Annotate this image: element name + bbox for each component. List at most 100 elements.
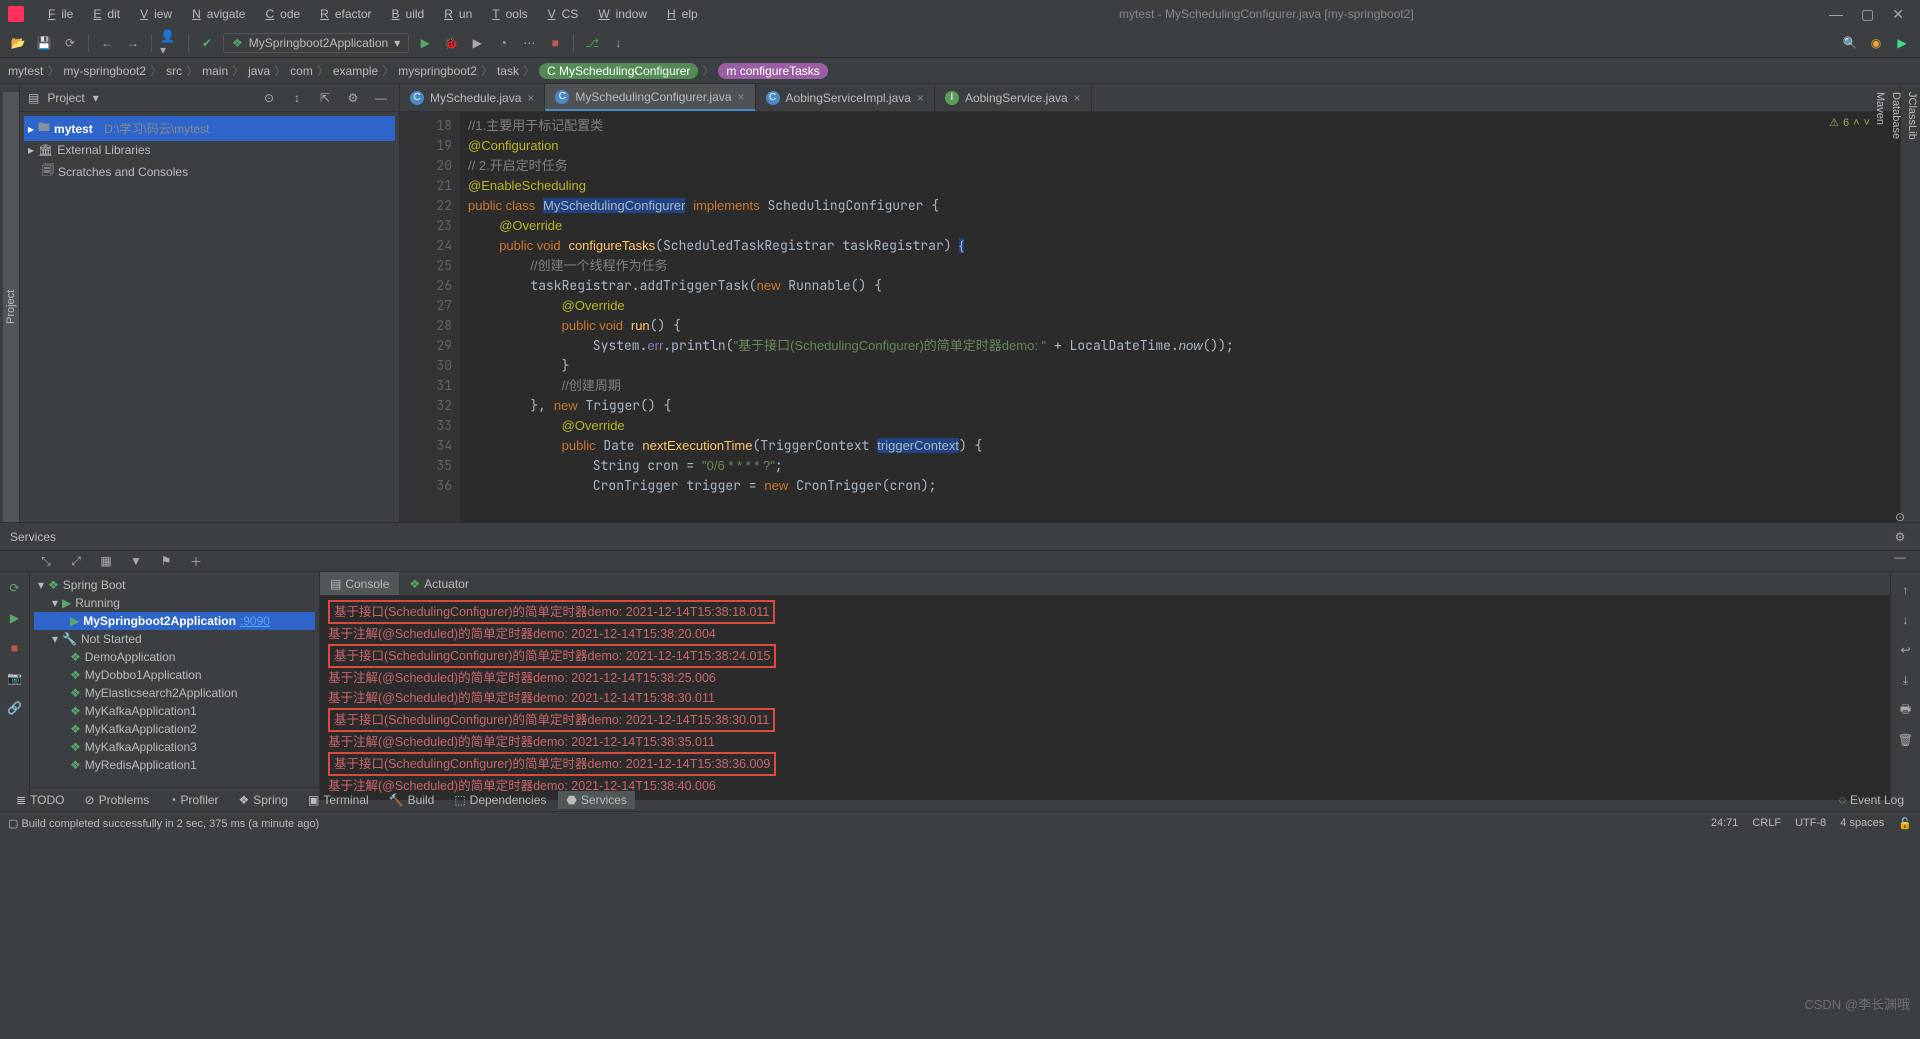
- search-icon[interactable]: 🔍: [1840, 33, 1860, 53]
- bottom-tab-dependencies[interactable]: ⬚Dependencies: [446, 791, 554, 809]
- indent[interactable]: 4 spaces: [1840, 817, 1884, 830]
- open-icon[interactable]: 📂: [8, 33, 28, 53]
- editor-tab[interactable]: CAobingServiceImpl.java×: [756, 84, 935, 111]
- menu-build[interactable]: Build: [380, 5, 431, 23]
- close-icon[interactable]: ×: [527, 91, 534, 105]
- svc-root[interactable]: ▾❖Spring Boot: [34, 576, 315, 594]
- profile-icon[interactable]: ◔: [493, 33, 513, 53]
- vcs-check-icon[interactable]: ✔: [197, 33, 217, 53]
- expand-all-icon[interactable]: ⤡: [36, 551, 56, 571]
- codewithme-icon[interactable]: ▶: [1892, 33, 1912, 53]
- scroll-up-icon[interactable]: ↑: [1896, 580, 1916, 600]
- menu-help[interactable]: Help: [655, 5, 704, 23]
- run-config-selector[interactable]: ❖ MySpringboot2Application ▾: [223, 33, 409, 53]
- svc-app[interactable]: ❖MyRedisApplication1: [34, 756, 315, 774]
- minimize-button[interactable]: —: [1829, 6, 1843, 23]
- update-project-icon[interactable]: ↓: [608, 33, 628, 53]
- camera-icon[interactable]: 📷: [5, 668, 25, 688]
- file-encoding[interactable]: UTF-8: [1795, 817, 1826, 830]
- collapse-icon[interactable]: ⇱: [315, 88, 335, 108]
- console-output[interactable]: 基于接口(SchedulingConfigurer)的简单定时器demo: 20…: [320, 596, 1890, 800]
- editor-tab[interactable]: CMySchedulingConfigurer.java×: [545, 84, 755, 111]
- close-icon[interactable]: ×: [738, 90, 745, 104]
- event-log-tab[interactable]: ◌Event Log: [1831, 791, 1912, 809]
- project-tree[interactable]: ▸ 🖿 mytest D:\学习\码云\mytest ▸ 🏛 External …: [20, 112, 399, 522]
- crumb[interactable]: main: [202, 64, 228, 78]
- svc-app[interactable]: ❖MyKafkaApplication3: [34, 738, 315, 756]
- down-icon[interactable]: ˅: [1864, 117, 1870, 129]
- maximize-button[interactable]: ▢: [1861, 6, 1874, 23]
- close-icon[interactable]: ×: [1074, 91, 1081, 105]
- tree-scratch[interactable]: 🗐 Scratches and Consoles: [24, 159, 395, 184]
- bottom-tab-build[interactable]: 🔨Build: [381, 791, 443, 809]
- gear-icon[interactable]: ⚙: [1890, 527, 1910, 547]
- crumb[interactable]: example: [333, 64, 378, 78]
- link-icon[interactable]: 🔗: [5, 698, 25, 718]
- stop-icon[interactable]: ■: [545, 33, 565, 53]
- filter-icon[interactable]: ▼: [126, 551, 146, 571]
- menu-file[interactable]: File: [36, 5, 79, 23]
- crumb[interactable]: my-springboot2: [63, 64, 146, 78]
- crumb[interactable]: src: [166, 64, 182, 78]
- up-icon[interactable]: ˄: [1853, 117, 1859, 129]
- bottom-tab-profiler[interactable]: ◔Profiler: [161, 791, 226, 809]
- clear-icon[interactable]: 🗑: [1896, 730, 1916, 750]
- crumb[interactable]: C MySchedulingConfigurer: [539, 63, 698, 79]
- svc-app[interactable]: ❖MyKafkaApplication2: [34, 720, 315, 738]
- forward-icon[interactable]: →: [123, 33, 143, 53]
- rerun-icon[interactable]: ⟳: [5, 578, 25, 598]
- svc-app[interactable]: ❖MyElasticsearch2Application: [34, 684, 315, 702]
- group-icon[interactable]: ▦: [96, 551, 116, 571]
- bottom-tab-services[interactable]: ⬣Services: [558, 791, 635, 809]
- running-port[interactable]: :9090: [240, 614, 270, 628]
- ide-warn-icon[interactable]: ◉: [1866, 33, 1886, 53]
- crumb[interactable]: m configureTasks: [718, 63, 827, 79]
- left-tab-structure[interactable]: Structure: [0, 92, 3, 522]
- expand-icon[interactable]: ↕: [287, 88, 307, 108]
- crumb[interactable]: java: [248, 64, 270, 78]
- left-tab-project[interactable]: Project: [3, 92, 19, 522]
- menu-window[interactable]: Window: [586, 5, 653, 23]
- collapse-all-icon[interactable]: ⤢: [66, 551, 86, 571]
- soft-wrap-icon[interactable]: ↩: [1896, 640, 1916, 660]
- actuator-tab[interactable]: ❖Actuator: [399, 572, 478, 595]
- bottom-tab-spring[interactable]: ❖Spring: [231, 791, 296, 809]
- back-icon[interactable]: ←: [97, 33, 117, 53]
- lock-icon[interactable]: 🔓: [1898, 817, 1912, 830]
- bottom-tab-problems[interactable]: ⊘Problems: [77, 791, 158, 809]
- close-icon[interactable]: ×: [917, 91, 924, 105]
- add-icon[interactable]: ＋: [186, 551, 206, 571]
- tree-root[interactable]: ▸ 🖿 mytest D:\学习\码云\mytest: [24, 116, 395, 141]
- debug-icon[interactable]: 🐞: [441, 33, 461, 53]
- svc-running[interactable]: ▾▶Running: [34, 594, 315, 612]
- caret-position[interactable]: 24:71: [1711, 817, 1739, 830]
- sync-icon[interactable]: ⟳: [60, 33, 80, 53]
- inspection-badge[interactable]: ⚠ 6 ˄ ˅: [1829, 116, 1870, 129]
- menu-refactor[interactable]: Refactor: [308, 5, 377, 23]
- menu-code[interactable]: Code: [253, 5, 306, 23]
- chevron-down-icon[interactable]: ▾: [93, 91, 99, 105]
- bottom-tab-terminal[interactable]: ▣Terminal: [300, 791, 377, 809]
- line-separator[interactable]: CRLF: [1752, 817, 1781, 830]
- svc-app[interactable]: ❖MyKafkaApplication1: [34, 702, 315, 720]
- status-collapse-icon[interactable]: ▢: [8, 818, 18, 830]
- print-icon[interactable]: 🖶: [1896, 700, 1916, 720]
- git-branch-icon[interactable]: ⎇: [582, 33, 602, 53]
- bottom-tab-todo[interactable]: ≣TODO: [8, 791, 73, 809]
- code-area[interactable]: //1.主要用于标记配置类 @Configuration // 2.开启定时任务…: [460, 112, 1900, 522]
- menu-navigate[interactable]: Navigate: [180, 5, 251, 23]
- stop-icon[interactable]: ■: [5, 638, 25, 658]
- svc-notstarted[interactable]: ▾🔧Not Started: [34, 630, 315, 648]
- crumb[interactable]: com: [290, 64, 313, 78]
- scroll-down-icon[interactable]: ↓: [1896, 610, 1916, 630]
- menu-vcs[interactable]: VCS: [536, 5, 585, 23]
- crumb[interactable]: mytest: [8, 64, 43, 78]
- crumb[interactable]: myspringboot2: [398, 64, 477, 78]
- svc-app[interactable]: ❖DemoApplication: [34, 648, 315, 666]
- run-icon[interactable]: ▶: [415, 33, 435, 53]
- hide-icon[interactable]: —: [371, 88, 391, 108]
- right-tab-jclasslib[interactable]: JClassLib: [1904, 84, 1920, 522]
- tree-external[interactable]: ▸ 🏛 External Libraries: [24, 141, 395, 159]
- avatar-icon[interactable]: 👤▾: [160, 33, 180, 53]
- gear-icon[interactable]: ⚙: [343, 88, 363, 108]
